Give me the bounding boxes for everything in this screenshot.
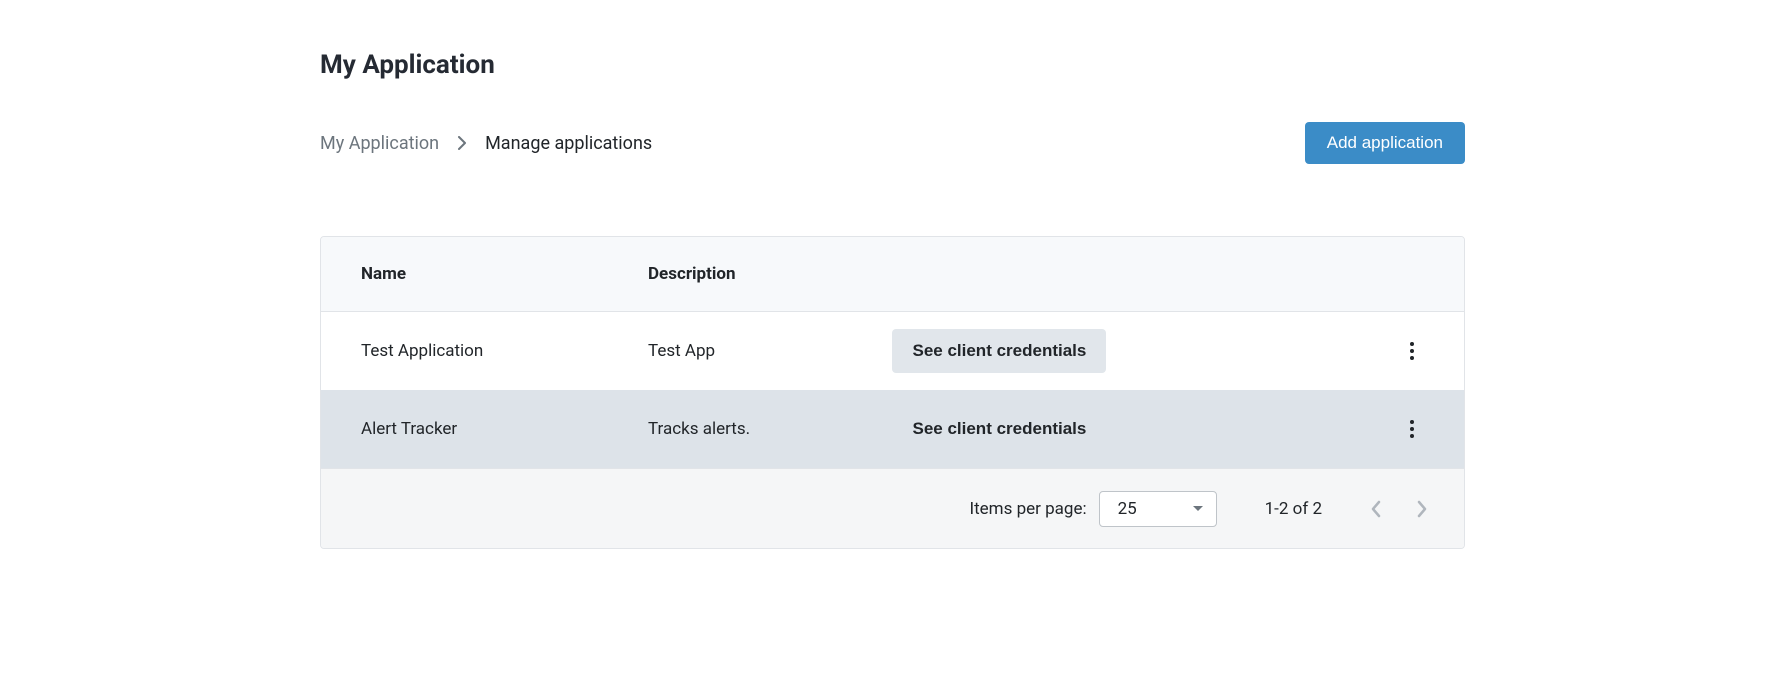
next-page-button[interactable] <box>1417 500 1428 518</box>
page-title: My Application <box>320 50 1465 80</box>
items-per-page-select[interactable]: 25 <box>1099 491 1217 527</box>
items-per-page-value: 25 <box>1118 499 1137 519</box>
previous-page-button[interactable] <box>1370 500 1381 518</box>
add-application-button[interactable]: Add application <box>1305 122 1465 164</box>
column-header-name: Name <box>361 264 648 284</box>
column-header-description: Description <box>648 264 892 284</box>
pagination-range: 1-2 of 2 <box>1265 499 1322 519</box>
kebab-menu-icon[interactable] <box>1400 336 1424 366</box>
table-footer: Items per page: 25 1-2 of 2 <box>321 468 1464 548</box>
breadcrumb: My Application Manage applications <box>320 133 652 154</box>
caret-down-icon <box>1192 505 1204 513</box>
see-client-credentials-button[interactable]: See client credentials <box>892 329 1106 373</box>
kebab-menu-icon[interactable] <box>1400 414 1424 444</box>
app-name-cell: Test Application <box>361 341 648 361</box>
items-per-page-label: Items per page: <box>969 499 1086 519</box>
app-description-cell: Tracks alerts. <box>648 419 892 439</box>
app-name-cell: Alert Tracker <box>361 419 648 439</box>
breadcrumb-current: Manage applications <box>485 133 652 154</box>
applications-table: Name Description Test Application Test A… <box>320 236 1465 549</box>
chevron-right-icon <box>457 136 467 150</box>
table-row: Test Application Test App See client cre… <box>321 312 1464 390</box>
app-description-cell: Test App <box>648 341 892 361</box>
see-client-credentials-button[interactable]: See client credentials <box>892 407 1106 451</box>
table-row: Alert Tracker Tracks alerts. See client … <box>321 390 1464 468</box>
table-header-row: Name Description <box>321 237 1464 312</box>
breadcrumb-parent-link[interactable]: My Application <box>320 133 439 154</box>
